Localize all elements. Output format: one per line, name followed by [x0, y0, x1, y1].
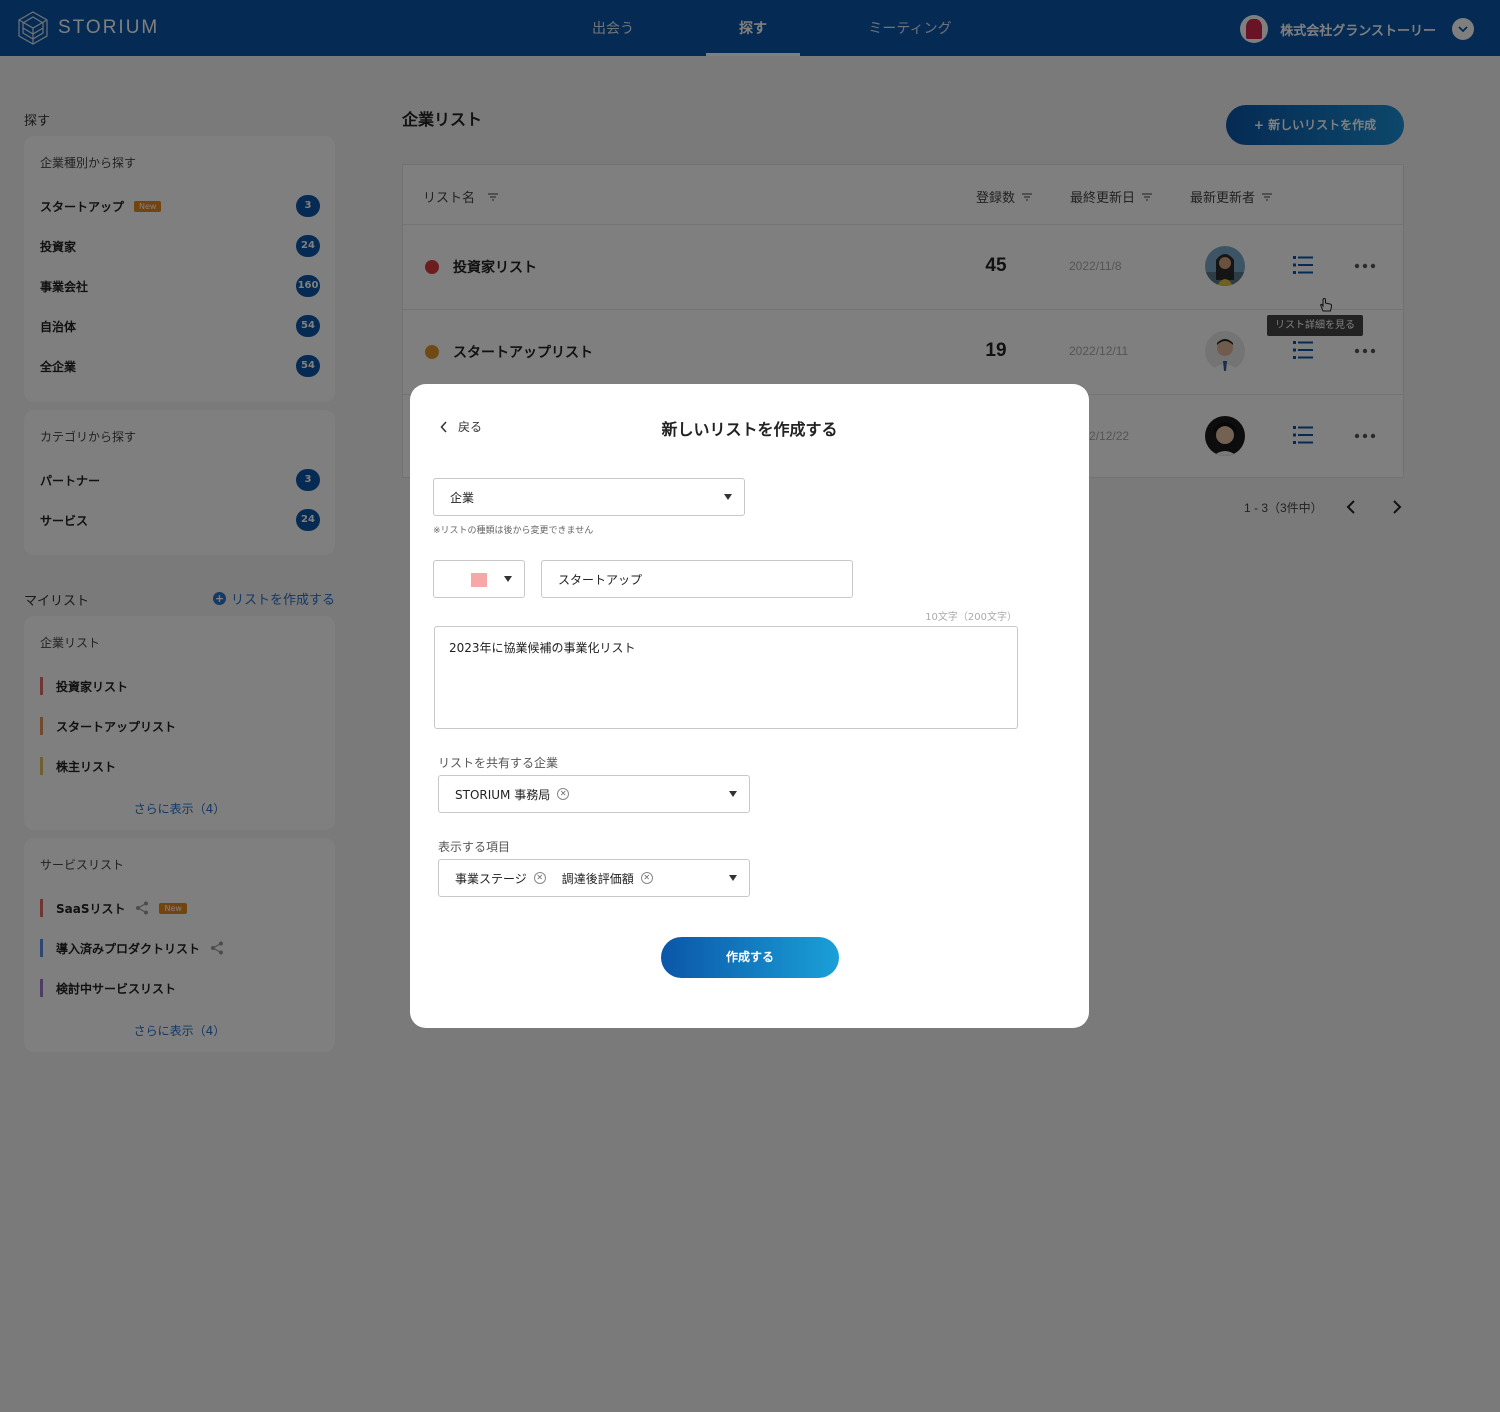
list-type-select[interactable]: 企業 — [433, 478, 745, 516]
display-items-select[interactable]: 事業ステージ ✕ 調達後評価額 ✕ — [438, 859, 750, 897]
share-label: リストを共有する企業 — [438, 756, 559, 770]
description-value: 2023年に協業候補の事業化リスト — [449, 641, 636, 655]
caret-down-icon — [724, 494, 732, 500]
color-select[interactable] — [433, 560, 525, 598]
chip-label: STORIUM 事務局 — [455, 787, 551, 802]
list-name-value: スタートアップ — [558, 572, 643, 587]
description-textarea[interactable]: 2023年に協業候補の事業化リスト — [434, 626, 1018, 729]
list-type-value: 企業 — [450, 490, 475, 505]
create-list-modal: 戻る 新しいリストを作成する 企業 ※リストの種類は後から変更できません スター… — [410, 384, 1089, 1028]
remove-chip-icon[interactable]: ✕ — [533, 872, 546, 884]
list-name-input[interactable]: スタートアップ — [541, 560, 853, 598]
remove-chip-icon[interactable]: ✕ — [640, 872, 653, 884]
submit-button[interactable]: 作成する — [661, 937, 839, 978]
color-swatch — [471, 573, 487, 587]
display-label: 表示する項目 — [438, 840, 511, 854]
share-chip: STORIUM 事務局 ✕ — [455, 786, 570, 803]
display-chip: 調達後評価額 ✕ — [562, 870, 653, 887]
share-company-select[interactable]: STORIUM 事務局 ✕ — [438, 775, 750, 813]
chip-label: 調達後評価額 — [561, 871, 634, 886]
caret-down-icon — [729, 875, 737, 881]
remove-chip-icon[interactable]: ✕ — [557, 788, 570, 800]
chip-label: 事業ステージ — [455, 871, 527, 886]
list-type-note: ※リストの種類は後から変更できません — [433, 526, 594, 536]
caret-down-icon — [504, 576, 512, 582]
char-counter: 10文字（200文字） — [925, 612, 1017, 623]
display-chip: 事業ステージ ✕ — [455, 870, 546, 887]
modal-title: 新しいリストを作成する — [661, 420, 838, 439]
caret-down-icon — [729, 791, 737, 797]
